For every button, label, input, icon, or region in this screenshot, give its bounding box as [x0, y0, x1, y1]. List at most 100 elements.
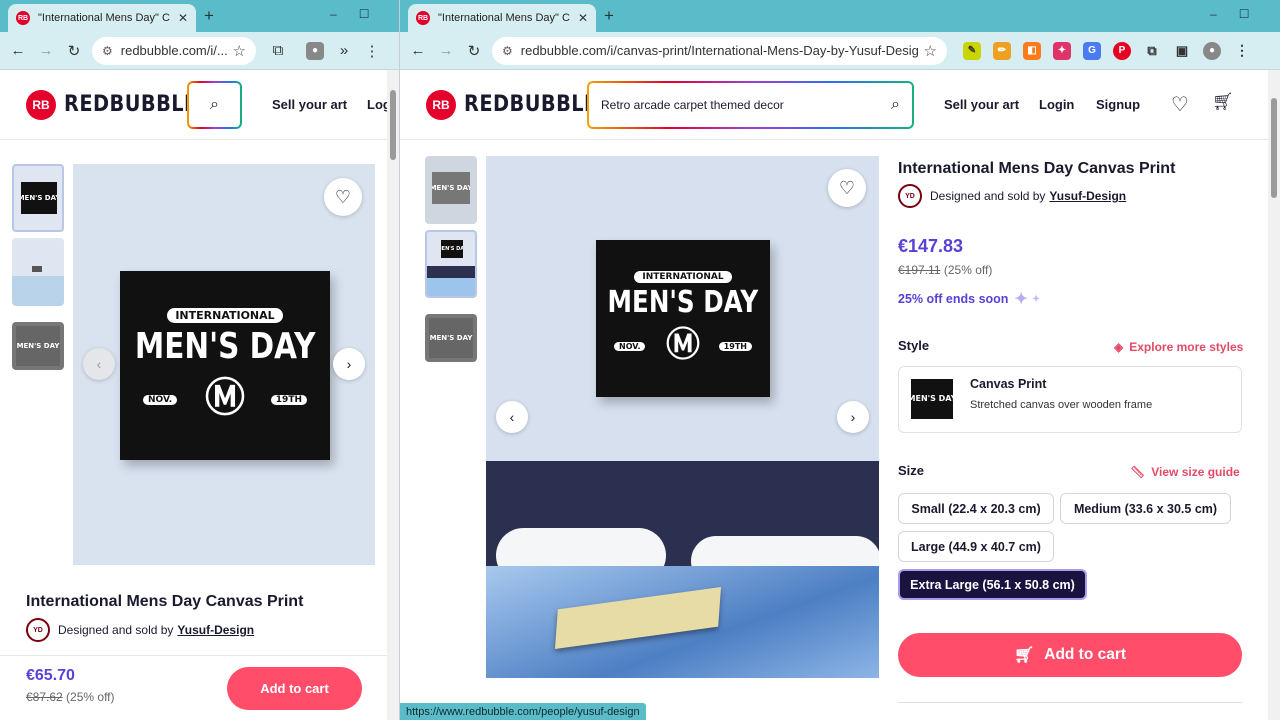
- add-to-cart-button[interactable]: Add to cart: [227, 667, 362, 710]
- profile-avatar-icon[interactable]: ●: [306, 41, 324, 60]
- favorites-heart-icon[interactable]: ♡: [1171, 92, 1189, 117]
- bookmark-star-icon[interactable]: ☆: [233, 42, 246, 60]
- close-tab-icon[interactable]: ✕: [178, 11, 188, 25]
- translate-extension-icon[interactable]: G: [1083, 41, 1101, 60]
- logo-badge-icon: RB: [426, 89, 456, 120]
- thumbnail-3[interactable]: MEN'S DAY: [12, 322, 64, 370]
- site-info-icon[interactable]: ⚙: [502, 44, 513, 58]
- current-price: €65.70: [26, 667, 75, 684]
- ai-search-icon[interactable]: ⌕: [891, 96, 900, 114]
- new-tab-icon[interactable]: +: [604, 6, 614, 26]
- right-page: RB REDBUBBLE Retro arcade carpet themed …: [400, 70, 1280, 720]
- thumbnail-poster: MEN'S DAY: [16, 326, 60, 366]
- poster-m-emblem-icon: Ⓜ: [666, 325, 700, 365]
- back-icon[interactable]: ←: [404, 42, 432, 59]
- browser-tab[interactable]: RB "International Mens Day" Ca ✕: [408, 4, 596, 32]
- favorite-heart-button[interactable]: ♡: [324, 178, 362, 216]
- price-history: €197.11 (25% off): [898, 263, 992, 277]
- address-bar[interactable]: ⚙ redbubble.com/i/... ☆: [92, 36, 256, 65]
- previous-image-button[interactable]: ‹: [496, 401, 528, 433]
- maximize-icon[interactable]: ☐: [359, 7, 370, 21]
- extension-3-icon[interactable]: ◧: [1023, 41, 1041, 60]
- site-info-icon[interactable]: ⚙: [102, 44, 113, 58]
- main-product-image: INTERNATIONAL MEN'S DAY NOV. Ⓜ 19TH ♡ ‹ …: [73, 164, 375, 565]
- extensions-icon[interactable]: ⧉: [1143, 42, 1161, 60]
- tab-strip: RB "International Mens Day" Ca ✕ + – ☐: [0, 0, 399, 32]
- cast-icon[interactable]: ▣: [1173, 42, 1191, 60]
- next-image-button[interactable]: ›: [333, 348, 365, 380]
- size-option-extra-large[interactable]: Extra Large (56.1 x 50.8 cm): [898, 569, 1087, 600]
- heart-icon: ♡: [334, 186, 352, 207]
- explore-styles-link[interactable]: ◈ Explore more styles: [1114, 340, 1243, 354]
- search-input[interactable]: Retro arcade carpet themed decor: [601, 98, 891, 112]
- browser-menu-icon[interactable]: ⋮: [1233, 42, 1251, 60]
- sell-your-art-link[interactable]: Sell your art: [944, 97, 1019, 112]
- maximize-icon[interactable]: ☐: [1239, 7, 1250, 21]
- minimize-icon[interactable]: –: [330, 7, 337, 21]
- thumbnail-1[interactable]: MEN'S DAY: [425, 156, 477, 224]
- left-page: RB REDBUBBLE ⌕ Sell your art Log MEN'S D…: [0, 70, 399, 720]
- reload-icon[interactable]: ↻: [460, 42, 488, 60]
- scrollbar-thumb[interactable]: [1271, 98, 1277, 198]
- login-link[interactable]: Login: [1039, 97, 1074, 112]
- bookmark-star-icon[interactable]: ☆: [924, 42, 937, 60]
- address-bar[interactable]: ⚙ redbubble.com/i/canvas-print/Internati…: [492, 36, 947, 65]
- size-guide-link[interactable]: 📏︎ View size guide: [1130, 465, 1240, 479]
- browser-tab[interactable]: RB "International Mens Day" Ca ✕: [8, 4, 196, 32]
- forward-icon[interactable]: →: [432, 42, 460, 59]
- reload-icon[interactable]: ↻: [60, 42, 88, 60]
- search-button[interactable]: ⌕: [187, 81, 242, 129]
- thumbnail-2[interactable]: [12, 238, 64, 306]
- designer-link[interactable]: Yusuf-Design: [1049, 189, 1126, 203]
- back-icon[interactable]: ←: [4, 42, 32, 59]
- extensions-icon[interactable]: ⧉: [264, 42, 292, 59]
- profile-avatar-icon[interactable]: ●: [1203, 41, 1221, 60]
- left-browser-window: RB "International Mens Day" Ca ✕ + – ☐ ←…: [0, 0, 400, 720]
- thumbnail-2[interactable]: MEN'S DAY: [425, 230, 477, 298]
- designer-link[interactable]: Yusuf-Design: [177, 623, 254, 637]
- redbubble-favicon-icon: RB: [16, 11, 30, 25]
- pinterest-icon[interactable]: P: [1113, 41, 1131, 60]
- poster-main-text: MEN'S DAY: [607, 285, 759, 320]
- designer-avatar[interactable]: YD: [26, 618, 50, 642]
- sell-your-art-link[interactable]: Sell your art: [272, 97, 347, 112]
- style-card[interactable]: MEN'S DAY Canvas Print Stretched canvas …: [898, 366, 1242, 433]
- size-option-small[interactable]: Small (22.4 x 20.3 cm): [898, 493, 1054, 524]
- forward-icon[interactable]: →: [32, 42, 60, 59]
- site-header: RB REDBUBBLE Retro arcade carpet themed …: [400, 70, 1280, 140]
- size-option-large[interactable]: Large (44.9 x 40.7 cm): [898, 531, 1054, 562]
- close-tab-icon[interactable]: ✕: [578, 11, 588, 25]
- signup-link[interactable]: Signup: [1096, 97, 1140, 112]
- pencil-extension-icon[interactable]: ✏: [993, 41, 1011, 60]
- more-tools-icon[interactable]: »: [330, 42, 358, 59]
- designer-avatar[interactable]: YD: [898, 184, 922, 208]
- next-image-button[interactable]: ›: [837, 401, 869, 433]
- tab-title: "International Mens Day" Ca: [38, 12, 170, 24]
- designer-line: YD Designed and sold by Yusuf-Design: [26, 618, 254, 642]
- page-scrollbar[interactable]: [387, 70, 399, 720]
- search-box[interactable]: Retro arcade carpet themed decor ⌕: [587, 81, 914, 129]
- thumbnail-3[interactable]: MEN'S DAY: [425, 314, 477, 362]
- favorite-heart-button[interactable]: ♡: [828, 169, 866, 207]
- poster-left-pill: NOV.: [614, 342, 646, 351]
- product-title: International Mens Day Canvas Print: [898, 160, 1176, 177]
- promo-text: 25% off ends soon: [898, 292, 1009, 306]
- size-option-medium[interactable]: Medium (33.6 x 30.5 cm): [1060, 493, 1231, 524]
- thumbnail-1[interactable]: MEN'S DAY: [12, 164, 64, 232]
- new-tab-icon[interactable]: +: [204, 6, 214, 26]
- chevron-left-icon: ‹: [509, 409, 515, 425]
- previous-image-button[interactable]: ‹: [83, 348, 115, 380]
- site-header: RB REDBUBBLE ⌕ Sell your art Log: [0, 70, 399, 140]
- scrollbar-thumb[interactable]: [390, 90, 396, 160]
- window-controls: – ☐: [1210, 7, 1249, 21]
- page-scrollbar[interactable]: [1268, 70, 1280, 720]
- browser-menu-icon[interactable]: ⋮: [358, 42, 386, 60]
- cart-icon[interactable]: 🛒︎: [1212, 92, 1234, 112]
- add-to-cart-button[interactable]: 🛒︎ Add to cart: [898, 633, 1242, 677]
- poster-top-label: INTERNATIONAL: [167, 308, 283, 323]
- current-price: €147.83: [898, 236, 964, 256]
- extension-1-icon[interactable]: ✎: [963, 41, 981, 60]
- extension-4-icon[interactable]: ✦: [1053, 41, 1071, 60]
- poster-m-emblem-icon: Ⓜ: [205, 375, 245, 421]
- minimize-icon[interactable]: –: [1210, 7, 1217, 21]
